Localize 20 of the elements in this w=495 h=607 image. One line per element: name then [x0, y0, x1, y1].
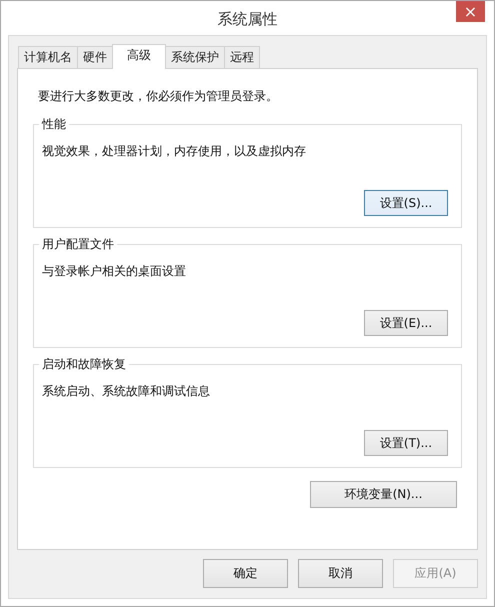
window-title: 系统属性 — [218, 8, 278, 28]
tab[interactable]: 远程 — [224, 46, 260, 68]
notice-text: 要进行大多数更改，你必须作为管理员登录。 — [38, 88, 279, 105]
group-title: 启动和故障恢复 — [39, 356, 129, 373]
tab[interactable]: 硬件 — [77, 46, 113, 68]
settings-button[interactable]: 设置(T)... — [364, 430, 448, 456]
settings-button[interactable]: 设置(E)... — [364, 310, 448, 336]
tab[interactable]: 高级 — [112, 44, 166, 69]
group-title: 性能 — [39, 116, 69, 133]
close-button[interactable]: × — [456, 1, 485, 22]
dialog-button[interactable]: 取消 — [298, 559, 383, 588]
group-description: 与登录帐户相关的桌面设置 — [42, 263, 187, 280]
settings-button[interactable]: 设置(S)... — [364, 190, 448, 216]
group-description: 系统启动、系统故障和调试信息 — [42, 383, 211, 400]
group-description: 视觉效果，处理器计划，内存使用，以及虚拟内存 — [42, 143, 307, 160]
environment-variables-button[interactable]: 环境变量(N)... — [310, 481, 457, 508]
tab[interactable]: 系统保护 — [165, 46, 225, 68]
tab[interactable]: 计算机名 — [18, 46, 78, 68]
dialog-button[interactable]: 确定 — [203, 559, 288, 588]
group-title: 用户配置文件 — [39, 236, 117, 253]
